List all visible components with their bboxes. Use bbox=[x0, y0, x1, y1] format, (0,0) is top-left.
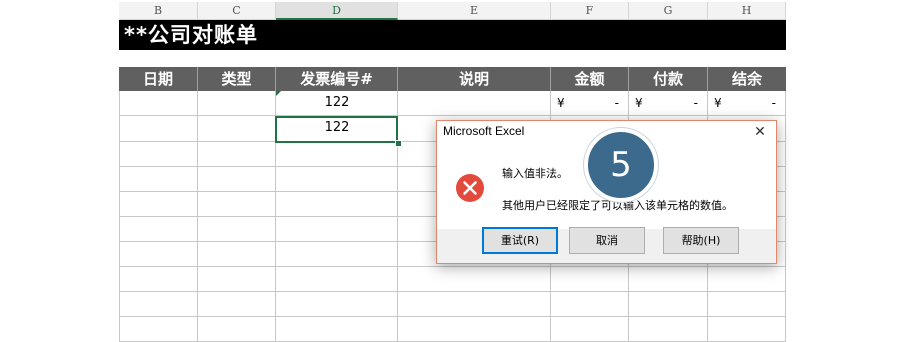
grid-cell[interactable] bbox=[276, 192, 398, 217]
amount-value: - bbox=[614, 96, 619, 110]
amount-cell-row-1[interactable]: ¥ - bbox=[551, 91, 629, 116]
error-icon bbox=[456, 174, 484, 202]
currency-symbol: ¥ bbox=[714, 96, 722, 110]
grid-cell[interactable] bbox=[398, 91, 551, 116]
balance-value: - bbox=[771, 96, 776, 110]
column-header-e[interactable]: E bbox=[398, 2, 551, 20]
grid-cell[interactable] bbox=[276, 317, 398, 342]
grid-cell[interactable] bbox=[198, 116, 276, 142]
grid-cell[interactable] bbox=[551, 292, 629, 317]
grid-cell[interactable] bbox=[629, 317, 708, 342]
payment-value: - bbox=[693, 96, 698, 110]
grid-cell[interactable] bbox=[276, 267, 398, 292]
grid-cell[interactable] bbox=[551, 317, 629, 342]
grid-cell[interactable] bbox=[119, 167, 198, 192]
currency-symbol: ¥ bbox=[557, 96, 565, 110]
column-header-b[interactable]: B bbox=[119, 2, 198, 20]
fill-handle[interactable] bbox=[395, 140, 402, 147]
dialog-title: Microsoft Excel bbox=[443, 124, 525, 138]
currency-symbol: ¥ bbox=[635, 96, 643, 110]
grid-cell[interactable] bbox=[708, 317, 786, 342]
column-header-c[interactable]: C bbox=[198, 2, 276, 20]
grid-cell[interactable] bbox=[119, 91, 198, 116]
grid-cell[interactable] bbox=[198, 142, 276, 167]
retry-button[interactable]: 重试(R) bbox=[482, 227, 558, 254]
grid-cell[interactable] bbox=[198, 217, 276, 242]
grid-cell[interactable] bbox=[708, 292, 786, 317]
column-header-f[interactable]: F bbox=[551, 2, 629, 20]
close-icon[interactable]: ✕ bbox=[750, 122, 770, 142]
active-cell-selection[interactable] bbox=[275, 116, 398, 143]
sheet-title[interactable]: **公司对账单 bbox=[119, 20, 786, 50]
grid-cell[interactable] bbox=[198, 267, 276, 292]
grid-cell[interactable] bbox=[629, 267, 708, 292]
payment-cell-row-1[interactable]: ¥ - bbox=[629, 91, 708, 116]
grid-cell[interactable] bbox=[119, 267, 198, 292]
grid-cell[interactable] bbox=[198, 192, 276, 217]
grid-cell[interactable] bbox=[276, 217, 398, 242]
header-cell-invoice[interactable]: 发票编号# bbox=[276, 67, 398, 91]
grid-cell[interactable] bbox=[119, 116, 198, 142]
grid-cell[interactable] bbox=[119, 142, 198, 167]
grid-cell[interactable] bbox=[276, 292, 398, 317]
grid-cell[interactable] bbox=[119, 317, 198, 342]
grid-cell[interactable] bbox=[276, 142, 398, 167]
grid-cell[interactable] bbox=[629, 292, 708, 317]
grid-cell[interactable] bbox=[551, 267, 629, 292]
header-cell-payment[interactable]: 付款 bbox=[629, 67, 708, 91]
header-cell-date[interactable]: 日期 bbox=[119, 67, 198, 91]
grid-cell[interactable] bbox=[119, 292, 198, 317]
grid-cell[interactable] bbox=[398, 292, 551, 317]
header-cell-type[interactable]: 类型 bbox=[198, 67, 276, 91]
grid-cell[interactable] bbox=[276, 242, 398, 267]
header-cell-description[interactable]: 说明 bbox=[398, 67, 551, 91]
grid-cell[interactable] bbox=[198, 317, 276, 342]
column-header-h[interactable]: H bbox=[708, 2, 786, 20]
grid-cell[interactable] bbox=[398, 317, 551, 342]
grid-cell[interactable] bbox=[119, 192, 198, 217]
grid-cell[interactable] bbox=[119, 217, 198, 242]
help-button[interactable]: 帮助(H) bbox=[663, 227, 739, 254]
dialog-message-primary: 输入值非法。 bbox=[502, 167, 568, 180]
grid-cell[interactable] bbox=[198, 292, 276, 317]
header-cell-amount[interactable]: 金额 bbox=[551, 67, 629, 91]
header-cell-balance[interactable]: 结余 bbox=[708, 67, 786, 91]
balance-cell-row-1[interactable]: ¥ - bbox=[708, 91, 786, 116]
cancel-button[interactable]: 取消 bbox=[569, 227, 645, 254]
grid-cell[interactable] bbox=[276, 167, 398, 192]
grid-cell[interactable] bbox=[119, 242, 198, 267]
grid-cell[interactable] bbox=[398, 267, 551, 292]
grid-cell[interactable] bbox=[198, 167, 276, 192]
column-header-g[interactable]: G bbox=[629, 2, 708, 20]
grid-cell[interactable] bbox=[198, 91, 276, 116]
invoice-cell-row-1[interactable]: 122 bbox=[276, 91, 398, 116]
column-header-d[interactable]: D bbox=[276, 2, 398, 20]
grid-cell[interactable] bbox=[708, 267, 786, 292]
grid-cell[interactable] bbox=[198, 242, 276, 267]
step-number-badge: 5 bbox=[584, 128, 658, 202]
error-indicator-triangle bbox=[276, 91, 281, 96]
